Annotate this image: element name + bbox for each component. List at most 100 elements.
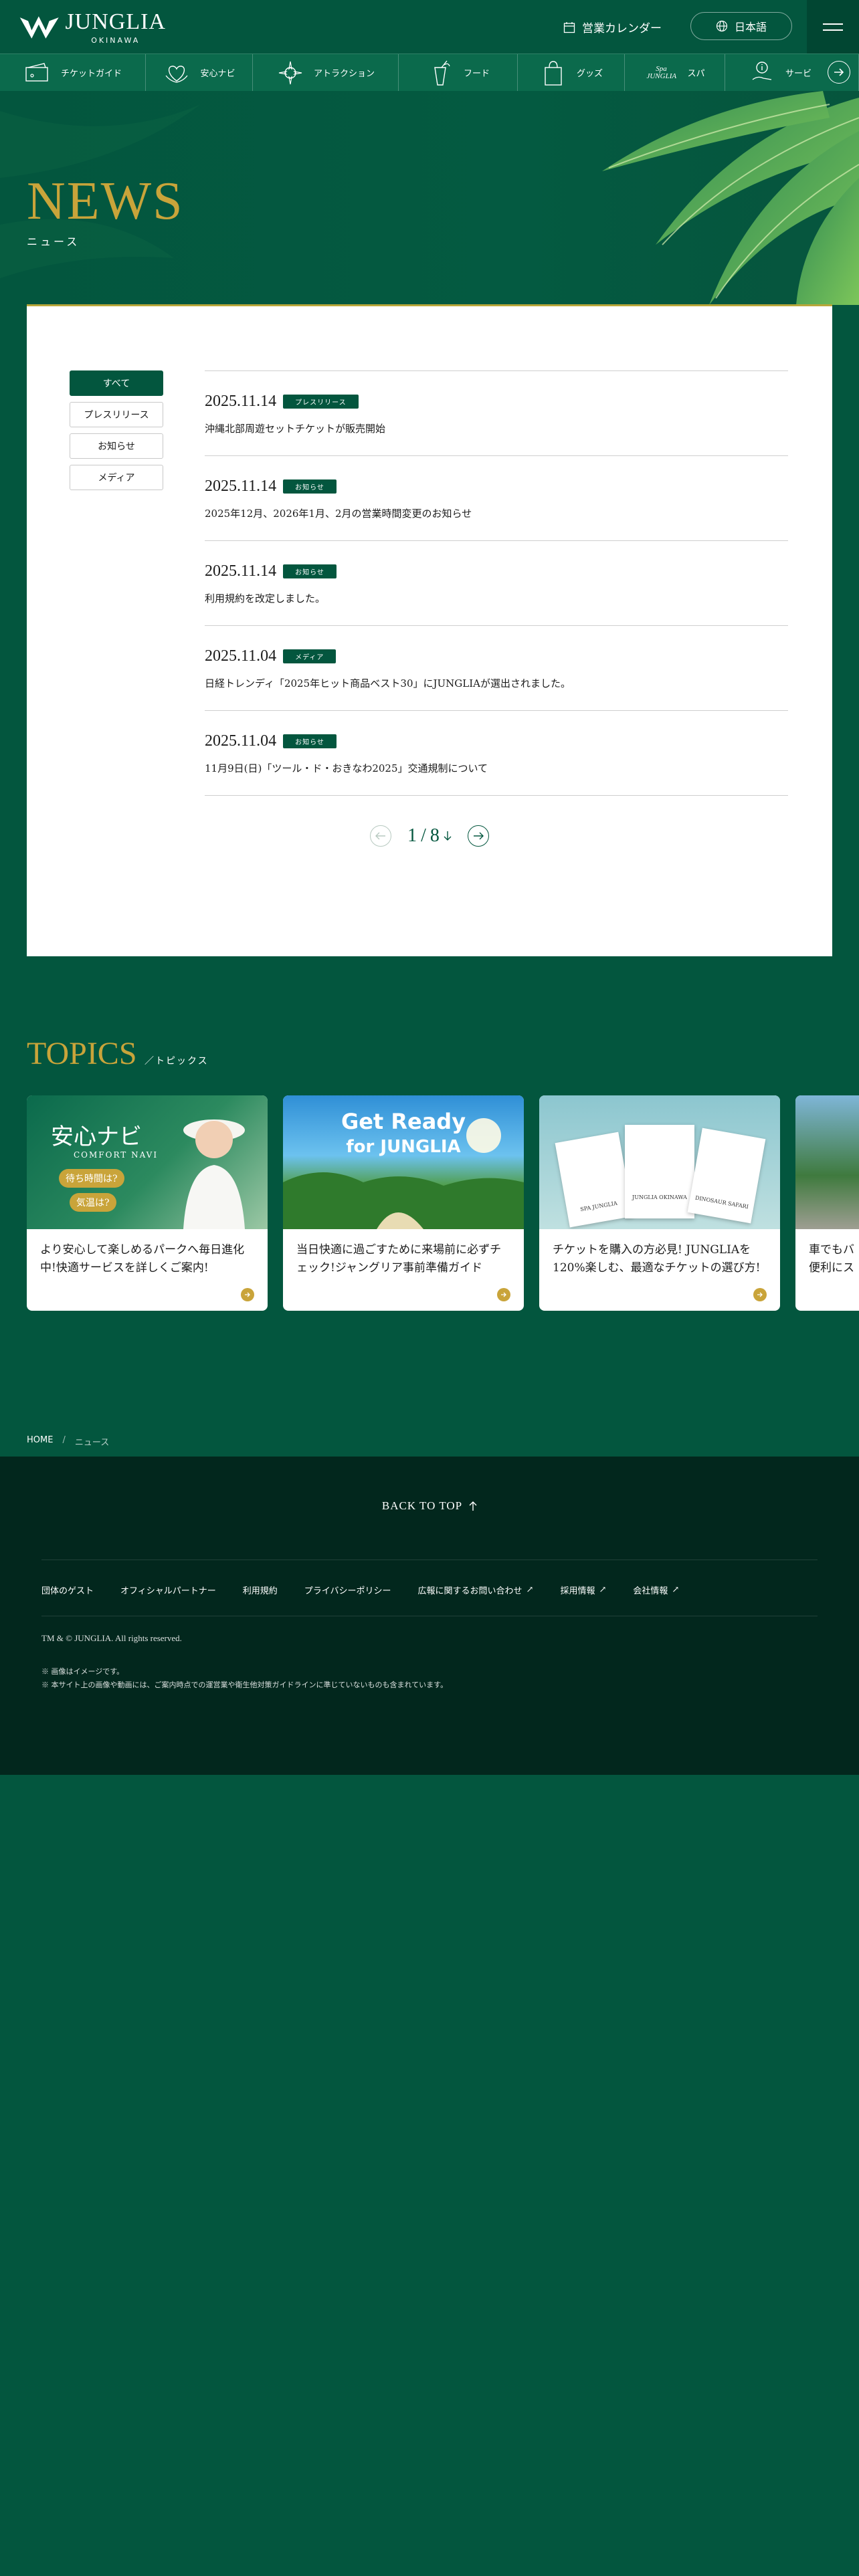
topic-card-label: チケットを購入の方必見! JUNGLIAを120%楽しむ、最適なチケットの選び方… (553, 1243, 761, 1275)
topic-card[interactable]: Get Ready for JUNGLIA 当日快適に過ごすために来場前に必ずチ… (283, 1095, 524, 1311)
footer-link-company[interactable]: 会社情報 ↗ (633, 1584, 679, 1596)
nav-label: 安心ナビ (200, 69, 235, 79)
shopping-bag-icon (539, 59, 567, 87)
footer-notes: ※ 画像はイメージです。 ※ 本サイト上の画像や動画には、ご案内時点での運営業や… (41, 1665, 448, 1692)
nav-item-food[interactable]: フード (399, 53, 518, 92)
footer-link-recruit[interactable]: 採用情報 ↗ (560, 1584, 606, 1596)
news-title: 2025年12月、2026年1月、2月の営業時間変更のお知らせ (205, 508, 472, 520)
news-category-badge: お知らせ (283, 479, 337, 494)
news-title: 利用規約を改定しました。 (205, 593, 326, 605)
ticket-image: SPA JUNGLIA (555, 1132, 634, 1228)
card-image-title: JUNGLIA OKINAWA (632, 1194, 687, 1200)
card-image-sub: DINOSAUR SAFARI (694, 1194, 749, 1210)
nav-item-ticket-guide[interactable]: チケットガイド (0, 53, 146, 92)
nav-label: フード (463, 69, 490, 79)
card-image-sub: COMFORT NAVI (74, 1150, 159, 1160)
arrow-down-icon (444, 831, 452, 841)
topic-card-label: より安心して楽しめるパークへ毎日進化中!快適サービスを詳しくご案内! (40, 1243, 245, 1275)
news-item[interactable]: 2025.11.04 メディア 日経トレンディ「2025年ヒット商品ベスト30」… (205, 626, 788, 711)
hero-banner: NEWS ニュース (0, 91, 859, 305)
footer-link-group-guest[interactable]: 団体のゲスト (41, 1584, 94, 1596)
footer-link-label: 会社情報 (633, 1586, 668, 1596)
back-to-top-label: BACK TO TOP (381, 1499, 463, 1512)
category-filters: すべて プレスリリース お知らせ メディア (70, 370, 163, 496)
topic-card[interactable]: SPA JUNGLIA JUNGLIA OKINAWA DINOSAUR SAF… (539, 1095, 780, 1311)
nav-label: グッズ (576, 69, 603, 79)
category-nav: チケットガイド 安心ナビ アトラクション フード グッズ Spa JUNGLIA… (0, 53, 859, 92)
language-button[interactable]: 日本語 (690, 12, 792, 40)
arrow-right-icon (834, 68, 844, 76)
filter-all-button[interactable]: すべて (70, 370, 163, 396)
news-category-badge: お知らせ (283, 734, 337, 748)
footer-link-press-contact[interactable]: 広報に関するお問い合わせ ↗ (418, 1584, 534, 1596)
footer-note: ※ 本サイト上の画像や動画には、ご案内時点での運営業や衛生他対策ガイドラインに準… (41, 1680, 448, 1689)
breadcrumb-home-link[interactable]: HOME (27, 1435, 53, 1448)
spa-logo-text: Spa JUNGLIA (646, 64, 677, 80)
topic-card-label: 車でもバ便利にス (809, 1243, 854, 1275)
news-date: 2025.11.14 (205, 393, 277, 410)
nav-next-button[interactable] (828, 61, 850, 84)
language-label: 日本語 (734, 21, 767, 33)
topic-card[interactable]: 車でもバ便利にス (795, 1095, 859, 1311)
nav-item-goods[interactable]: グッズ (518, 53, 625, 92)
filter-notice-button[interactable]: お知らせ (70, 433, 163, 459)
topic-card[interactable]: 安心ナビ COMFORT NAVI 待ち時間は? 気温は? より安心して楽しめる… (27, 1095, 268, 1311)
news-title: 11月9日(日)「ツール・ド・おきなわ2025」交通規制について (205, 762, 488, 774)
page-indicator[interactable]: 1 / 8 (407, 825, 452, 847)
card-image-bubble: 待ち時間は? (59, 1169, 124, 1188)
ticket-icon (23, 59, 52, 87)
news-title: 沖縄北部周遊セットチケットが販売開始 (205, 423, 386, 435)
calendar-label: 営業カレンダー (582, 22, 662, 35)
news-item[interactable]: 2025.11.04 お知らせ 11月9日(日)「ツール・ド・おきなわ2025」… (205, 711, 788, 796)
topic-card-text: チケットを購入の方必見! JUNGLIAを120%楽しむ、最適なチケットの選び方… (539, 1229, 780, 1311)
compass-icon (276, 59, 304, 87)
site-footer: BACK TO TOP 団体のゲスト オフィシャルパートナー 利用規約 プライバ… (0, 1457, 859, 1775)
logo-text: JUNGLIA (65, 9, 166, 34)
news-category-badge: プレスリリース (283, 395, 359, 409)
footer-link-privacy[interactable]: プライバシーポリシー (304, 1584, 391, 1596)
topics-carousel: 安心ナビ COMFORT NAVI 待ち時間は? 気温は? より安心して楽しめる… (27, 1095, 859, 1312)
filter-media-button[interactable]: メディア (70, 465, 163, 490)
news-title: 日経トレンディ「2025年ヒット商品ベスト30」にJUNGLIAが選出されました… (205, 677, 571, 689)
ticket-image: DINOSAUR SAFARI (687, 1128, 766, 1224)
news-date: 2025.11.04 (205, 732, 277, 750)
news-item[interactable]: 2025.11.14 お知らせ 2025年12月、2026年1月、2月の営業時間… (205, 456, 788, 541)
site-header: JUNGLIA OKINAWA 営業カレンダー 日本語 (0, 0, 859, 53)
spa-logo-icon: Spa JUNGLIA (644, 59, 678, 87)
news-item[interactable]: 2025.11.14 お知らせ 利用規約を改定しました。 (205, 541, 788, 626)
calendar-icon (563, 21, 575, 33)
topic-card-image: Get Ready for JUNGLIA (283, 1095, 524, 1229)
news-item[interactable]: 2025.11.14 プレスリリース 沖縄北部周遊セットチケットが販売開始 (205, 371, 788, 456)
card-image-title: 安心ナビ (51, 1123, 142, 1150)
footer-link-label: プライバシーポリシー (304, 1586, 391, 1596)
menu-line-icon (823, 23, 843, 25)
junglia-logo[interactable]: JUNGLIA OKINAWA (19, 8, 166, 47)
nav-item-attraction[interactable]: アトラクション (253, 53, 399, 92)
nav-item-comfort-navi[interactable]: 安心ナビ (146, 53, 253, 92)
arrow-left-icon (375, 832, 386, 840)
footer-links: 団体のゲスト オフィシャルパートナー 利用規約 プライバシーポリシー 広報に関す… (41, 1584, 679, 1596)
ticket-image: JUNGLIA OKINAWA (625, 1125, 694, 1218)
news-date: 2025.11.04 (205, 647, 277, 665)
topic-card-image (795, 1095, 859, 1229)
card-arrow-icon (241, 1288, 254, 1301)
nav-item-spa[interactable]: Spa JUNGLIA スパ (625, 53, 725, 92)
back-to-top-button[interactable]: BACK TO TOP (0, 1499, 859, 1513)
footer-link-terms[interactable]: 利用規約 (243, 1584, 278, 1596)
prev-page-button[interactable] (370, 825, 392, 847)
topics-subtitle: ／トピックス (145, 1056, 209, 1067)
calendar-link[interactable]: 営業カレンダー (563, 19, 662, 35)
page-title: NEWS (27, 172, 184, 231)
news-panel: すべて プレスリリース お知らせ メディア 2025.11.14 プレスリリース… (27, 304, 832, 956)
footer-link-official-partner[interactable]: オフィシャルパートナー (120, 1584, 216, 1596)
footer-link-label: 団体のゲスト (41, 1586, 94, 1596)
footer-note: ※ 画像はイメージです。 (41, 1667, 124, 1676)
jungle-photo-icon (283, 1118, 524, 1229)
nav-label: チケットガイド (60, 69, 122, 79)
hamburger-menu-button[interactable] (807, 0, 859, 53)
filter-press-release-button[interactable]: プレスリリース (70, 402, 163, 427)
card-image-spa: SPA JUNGLIA (579, 1200, 618, 1213)
nav-label: アトラクション (313, 69, 375, 79)
next-page-button[interactable] (467, 825, 489, 847)
news-date: 2025.11.14 (205, 562, 277, 580)
